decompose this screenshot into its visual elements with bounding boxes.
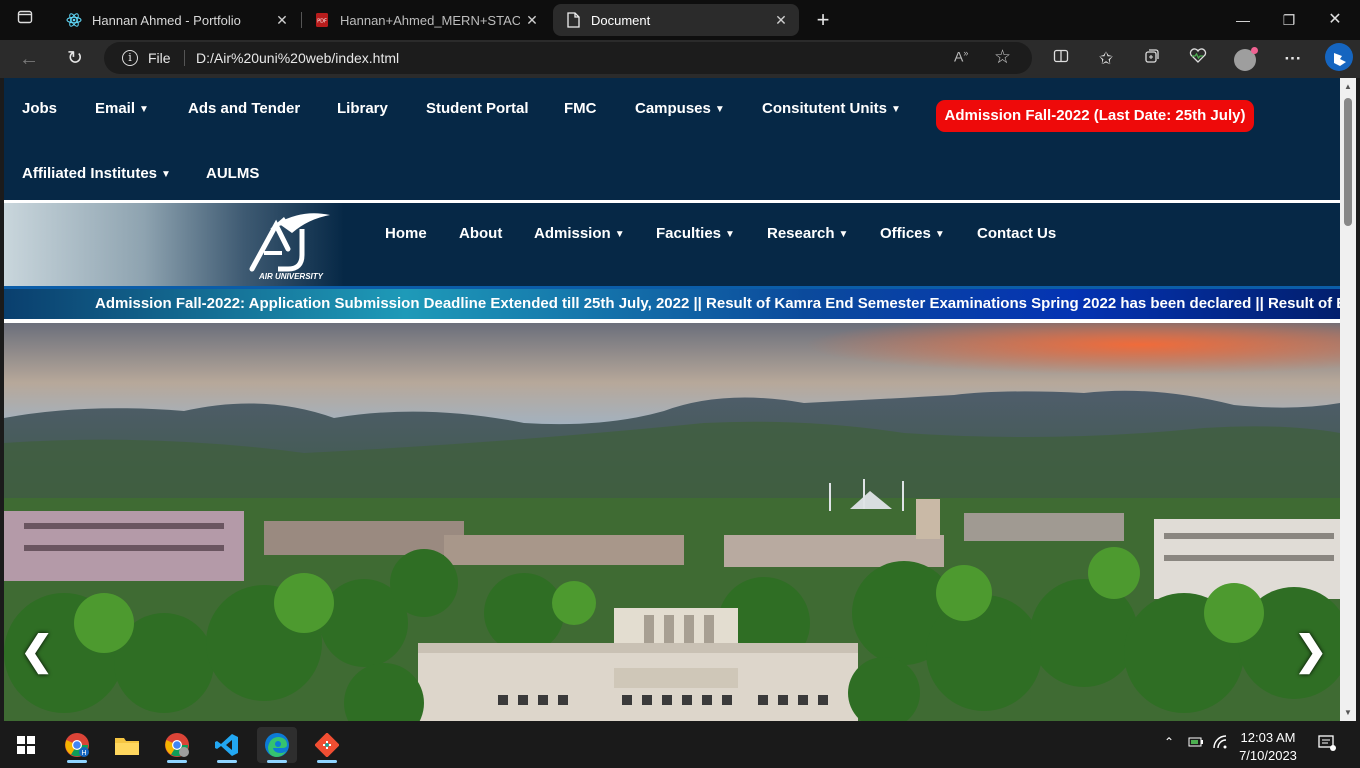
logo-text: AIR UNIVERSITY [258,272,324,281]
react-icon [66,12,82,28]
topnav-ads-tender[interactable]: Ads and Tender [188,100,300,117]
topnav-affiliated-institutes[interactable]: Affiliated Institutes ▼ [22,165,171,182]
admission-fall-button[interactable]: Admission Fall-2022 (Last Date: 25th Jul… [936,100,1254,132]
browser-window: Hannan Ahmed - Portfolio ✕ PDF Hannan+Ah… [0,0,1360,768]
nav-home[interactable]: Home [385,225,427,242]
nav-admission[interactable]: Admission ▼ [534,225,625,242]
windows-taskbar: H ⌃ 12:03 AM 7/10/2023 [0,721,1360,768]
tab-label: Hannan Ahmed - Portfolio [92,12,241,28]
scroll-down-icon[interactable]: ▼ [1344,708,1352,717]
scheme-label: File [148,50,171,66]
chevron-down-icon: ▼ [139,104,149,115]
scroll-up-icon[interactable]: ▲ [1344,82,1352,91]
bing-copilot-icon[interactable] [1322,42,1356,76]
campus-image [4,323,1340,721]
chevron-up-icon[interactable]: ⌃ [1164,735,1174,749]
news-ticker[interactable]: Admission Fall-2022: Application Submiss… [4,289,1340,319]
browser-essentials-icon[interactable] [1183,44,1213,74]
notification-icon[interactable] [1318,735,1336,754]
page-scrollbar[interactable]: ▲ ▼ [1340,78,1356,721]
chrome-icon[interactable]: H [57,727,97,763]
read-aloud-icon[interactable]: A» [954,48,968,65]
air-university-logo[interactable]: AIR UNIVERSITY [248,209,334,281]
wifi-icon[interactable] [1212,735,1228,752]
info-icon[interactable]: i [122,50,138,66]
refresh-icon[interactable]: ↻ [60,44,90,74]
svg-text:PDF: PDF [317,19,327,25]
minimize-button[interactable]: — [1228,8,1258,32]
close-tab-icon[interactable]: ✕ [773,12,789,28]
nav-faculties[interactable]: Faculties ▼ [656,225,735,242]
hero-slider: ❮ ❯ [4,323,1340,721]
tab-actions-icon[interactable] [10,5,40,35]
nav-contact-us[interactable]: Contact Us [977,225,1056,242]
top-nav-bar: Jobs Email ▼ Ads and Tender Library Stude… [4,78,1340,200]
chevron-down-icon: ▼ [161,169,171,180]
close-window-button[interactable]: ✕ [1320,8,1350,32]
windows-start-icon[interactable] [6,727,46,763]
favorite-star-icon[interactable]: ☆ [994,46,1011,69]
browser-toolbar: ← ↻ i File D:/Air%20uni%20web/index.html… [0,40,1360,78]
split-screen-icon[interactable] [1046,44,1076,74]
topnav-student-portal[interactable]: Student Portal [426,100,529,117]
nav-research[interactable]: Research ▼ [767,225,848,242]
vscode-icon[interactable] [207,727,247,763]
system-clock[interactable]: 12:03 AM 7/10/2023 [1232,729,1304,765]
pdf-icon: PDF [314,12,330,28]
nav-offices[interactable]: Offices ▼ [880,225,945,242]
tab-resume-pdf[interactable]: PDF Hannan+Ahmed_MERN+STACK. ✕ [302,4,550,36]
topnav-fmc[interactable]: FMC [564,100,597,117]
new-tab-button[interactable]: + [808,5,838,35]
page-viewport: Jobs Email ▼ Ads and Tender Library Stude… [4,78,1340,721]
edge-icon[interactable] [257,727,297,763]
topnav-library[interactable]: Library [337,100,388,117]
address-bar[interactable]: i File D:/Air%20uni%20web/index.html A» … [104,42,1032,74]
close-tab-icon[interactable]: ✕ [274,12,290,28]
ticker-text: Admission Fall-2022: Application Submiss… [95,295,1340,312]
clock-time: 12:03 AM [1240,730,1296,745]
tab-document[interactable]: Document ✕ [553,4,799,36]
document-icon [565,12,581,28]
slider-prev-button[interactable]: ❮ [20,628,54,674]
topnav-constituent-units[interactable]: Consitutent Units ▼ [762,100,901,117]
chevron-down-icon: ▼ [891,104,901,115]
chrome-icon[interactable] [157,727,197,763]
collections-icon[interactable] [1137,44,1167,74]
battery-icon[interactable] [1188,735,1204,751]
url-text[interactable]: D:/Air%20uni%20web/index.html [196,50,399,66]
tab-label: Hannan+Ahmed_MERN+STACK. [340,12,520,28]
tab-strip: Hannan Ahmed - Portfolio ✕ PDF Hannan+Ah… [0,0,1360,40]
clock-date: 7/10/2023 [1239,748,1297,763]
chevron-down-icon: ▼ [838,229,849,240]
topnav-campuses[interactable]: Campuses ▼ [635,100,725,117]
scrollbar-thumb[interactable] [1344,98,1352,226]
file-explorer-icon[interactable] [107,727,147,763]
close-tab-icon[interactable]: ✕ [524,12,540,28]
topnav-aulms[interactable]: AULMS [206,165,259,182]
topnav-email[interactable]: Email ▼ [95,100,149,117]
svg-text:H: H [81,750,86,757]
chevron-down-icon: ▼ [934,229,945,240]
more-menu-icon[interactable]: ··· [1278,44,1308,74]
chevron-down-icon: ▼ [614,229,625,240]
main-nav-bar: AIR UNIVERSITY Home About Admission ▼ Fac… [4,203,1340,286]
chevron-down-icon: ▼ [714,104,725,115]
chevron-down-icon: ▼ [725,229,735,240]
tab-label: Document [591,12,651,28]
restore-button[interactable]: ❐ [1274,8,1304,32]
tab-portfolio[interactable]: Hannan Ahmed - Portfolio ✕ [54,4,300,36]
back-icon[interactable]: ← [14,44,44,74]
slider-next-button[interactable]: ❯ [1294,628,1328,674]
logo-area [4,203,404,286]
git-kraken-icon[interactable] [307,727,347,763]
nav-about[interactable]: About [459,225,502,242]
topnav-jobs[interactable]: Jobs [22,100,57,117]
favorites-icon[interactable]: ✩ [1091,44,1121,74]
profile-avatar[interactable] [1230,44,1260,74]
